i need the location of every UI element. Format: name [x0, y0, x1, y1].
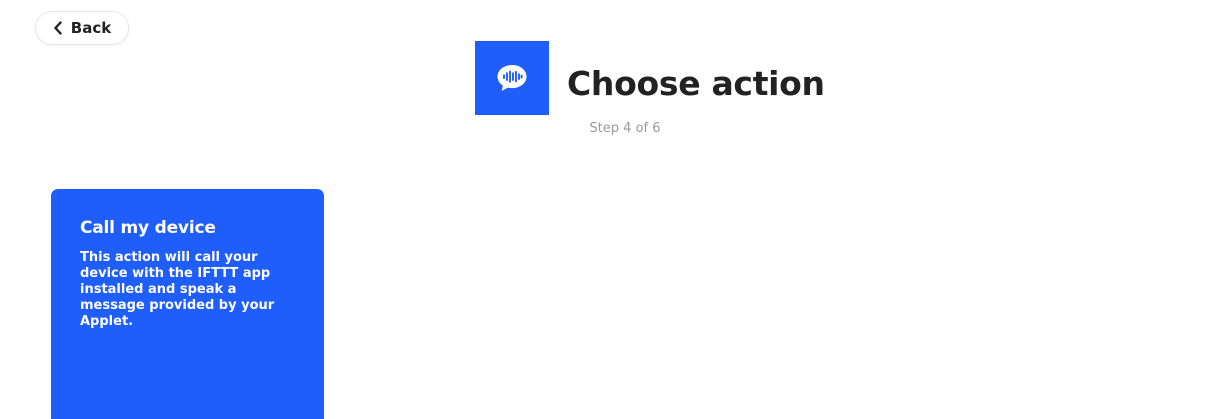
action-card-call-my-device[interactable]: Call my device This action will call you…: [51, 189, 324, 419]
action-card-description: This action will call your device with t…: [80, 250, 275, 329]
page-header: Choose action Step 4 of 6: [0, 0, 1216, 150]
step-indicator: Step 4 of 6: [589, 121, 661, 136]
action-card-title: Call my device: [80, 218, 216, 238]
page-title: Choose action: [567, 64, 825, 103]
service-logo: [475, 41, 549, 115]
page: Back Choose action Step 4 of 6 Call my d…: [0, 0, 1216, 419]
speech-bubble-soundwave-icon: [497, 65, 527, 91]
